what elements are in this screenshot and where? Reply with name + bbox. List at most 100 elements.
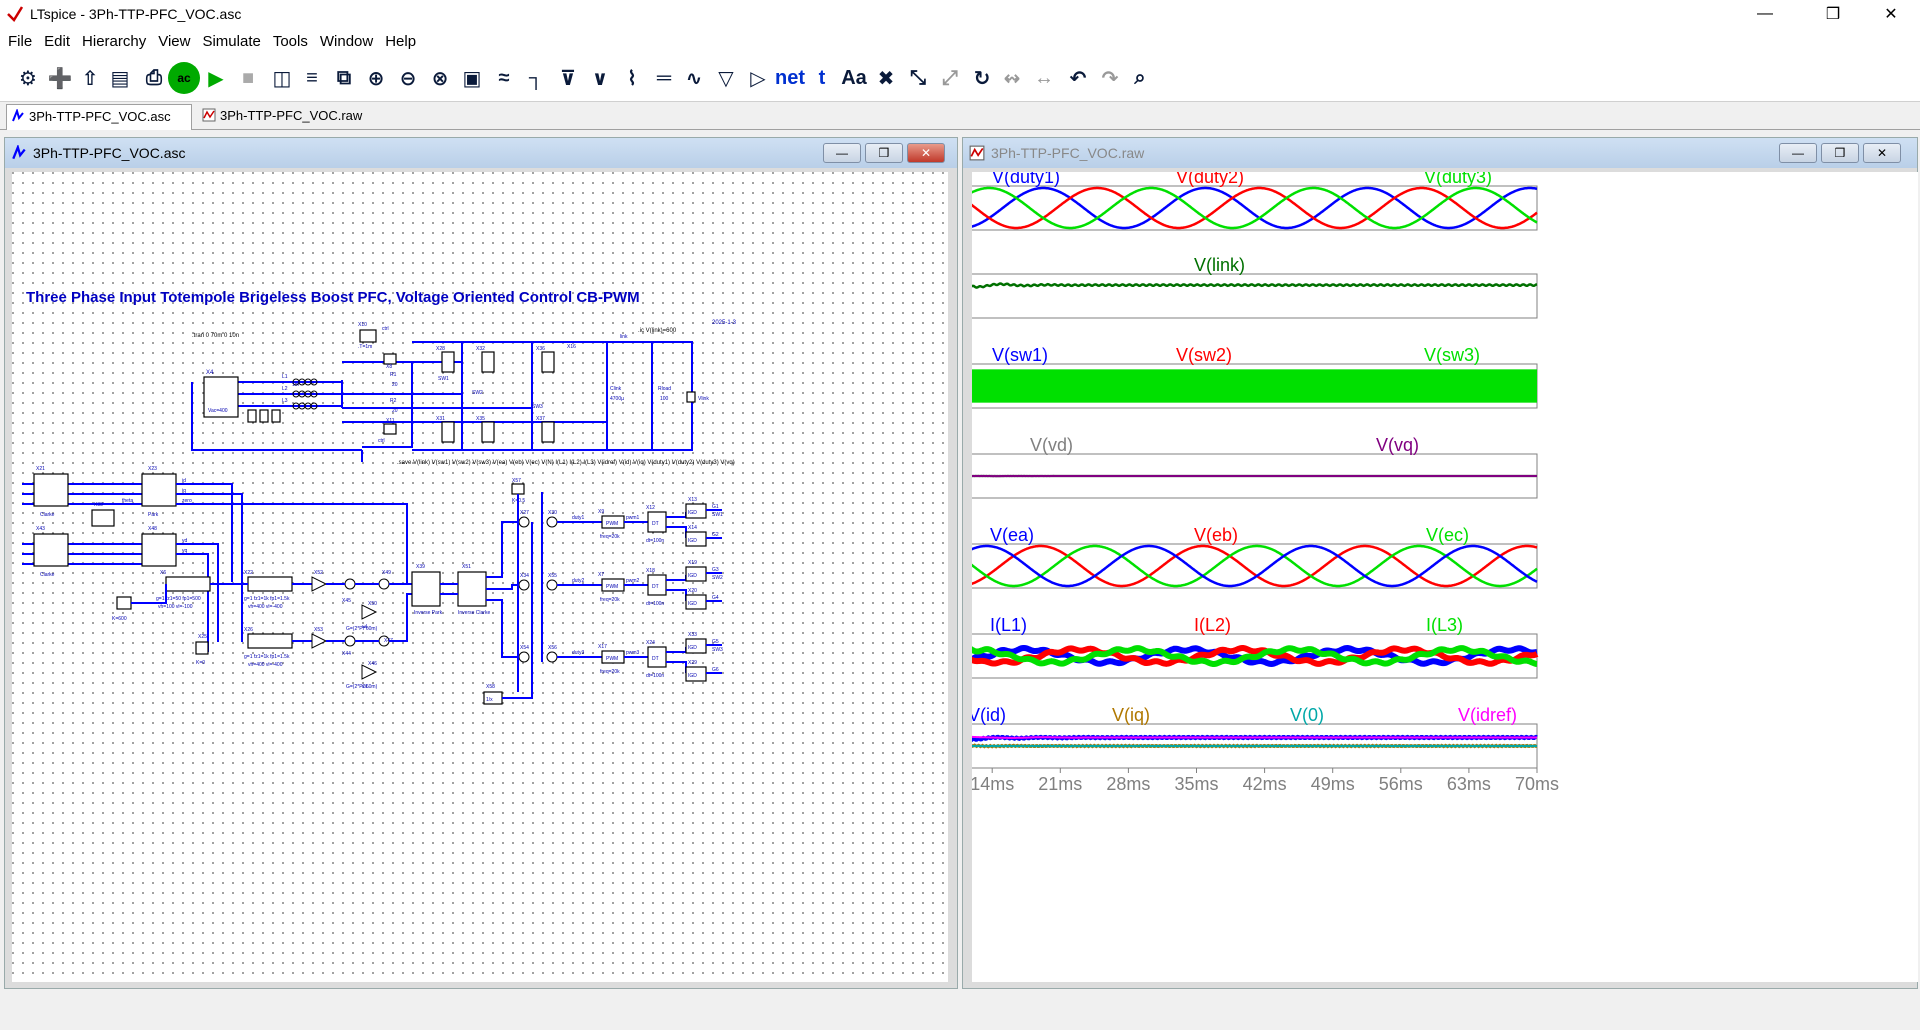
- minimize-button[interactable]: —: [1742, 0, 1788, 28]
- mirror-icon[interactable]: ↔: [1028, 62, 1060, 94]
- label-icon[interactable]: ∨: [584, 62, 616, 94]
- switch-x8[interactable]: [383, 353, 397, 365]
- menu-file[interactable]: File: [2, 33, 38, 50]
- summer[interactable]: [344, 635, 356, 647]
- label-pwm: PWM: [606, 584, 618, 590]
- summer[interactable]: [518, 651, 530, 663]
- menu-help[interactable]: Help: [379, 33, 422, 50]
- menu-hierarchy[interactable]: Hierarchy: [76, 33, 152, 50]
- summer[interactable]: [546, 651, 558, 663]
- settings-icon[interactable]: ⚙: [12, 62, 44, 94]
- summer[interactable]: [546, 579, 558, 591]
- zoom-fit-icon[interactable]: ⊗: [424, 62, 456, 94]
- summer[interactable]: [518, 579, 530, 591]
- zoom-in-icon[interactable]: ⊕: [360, 62, 392, 94]
- close-button[interactable]: ✕: [1868, 0, 1914, 28]
- cascade-icon[interactable]: ⧉: [328, 62, 360, 94]
- clarke-block-x43[interactable]: [33, 533, 69, 567]
- open-icon[interactable]: ⇧: [74, 62, 106, 94]
- mosfet[interactable]: [441, 421, 455, 443]
- probe[interactable]: [247, 409, 257, 423]
- gain-x57[interactable]: [511, 483, 525, 495]
- component-icon[interactable]: ▷: [742, 62, 774, 94]
- tab-label: 3Ph-TTP-PFC_VOC.raw: [220, 108, 363, 123]
- waveform-restore-button[interactable]: ❒: [1821, 143, 1859, 163]
- tile-horizontal-icon[interactable]: ≡: [296, 62, 328, 94]
- inverse-clarke-x51[interactable]: [457, 571, 487, 607]
- gain-block-x25[interactable]: [195, 641, 209, 655]
- capacitor-icon[interactable]: ═: [648, 62, 680, 94]
- label-cval: 4700µ: [610, 396, 624, 402]
- menu-view[interactable]: View: [152, 33, 196, 50]
- schematic-restore-button[interactable]: ❒: [865, 143, 903, 163]
- mosfet[interactable]: [541, 351, 555, 373]
- zoom-extents-icon[interactable]: ▣: [456, 62, 488, 94]
- wire-icon[interactable]: ┐: [520, 62, 552, 94]
- park-block-x48[interactable]: [141, 533, 177, 567]
- drag-icon[interactable]: ⤢: [934, 62, 966, 94]
- tile-vertical-icon[interactable]: ◫: [266, 62, 298, 94]
- waveform-minimize-button[interactable]: —: [1779, 143, 1817, 163]
- menu-edit[interactable]: Edit: [38, 33, 76, 50]
- label-dt: DT: [652, 656, 659, 662]
- menu-window[interactable]: Window: [314, 33, 379, 50]
- maximize-button[interactable]: ❒: [1810, 0, 1856, 28]
- inverse-park-x39[interactable]: [411, 571, 441, 607]
- park-block-x23[interactable]: [141, 473, 177, 507]
- move-icon[interactable]: Aa: [838, 62, 870, 94]
- plot-pane[interactable]: [972, 273, 1538, 319]
- status-bar: [0, 992, 1920, 1030]
- halt-icon[interactable]: ■: [232, 62, 264, 94]
- gain-block[interactable]: [116, 596, 132, 610]
- schematic-minimize-button[interactable]: —: [823, 143, 861, 163]
- autorange-icon[interactable]: ≈: [488, 62, 520, 94]
- delete-icon[interactable]: ✖: [870, 62, 902, 94]
- probe[interactable]: [259, 409, 269, 423]
- waveform-close-button[interactable]: ✕: [1863, 143, 1901, 163]
- zoom-out-icon[interactable]: ⊖: [392, 62, 424, 94]
- run-icon[interactable]: ▶: [200, 62, 232, 94]
- pi-controller-x26[interactable]: [247, 633, 293, 649]
- mosfet[interactable]: [441, 351, 455, 373]
- text-icon[interactable]: t: [806, 62, 838, 94]
- resistor-icon[interactable]: ⌇: [616, 62, 648, 94]
- new-schematic-icon[interactable]: ➕: [44, 62, 76, 94]
- menu-tools[interactable]: Tools: [267, 33, 314, 50]
- inductor-icon[interactable]: ∿: [678, 62, 710, 94]
- switch-x11[interactable]: [383, 423, 397, 435]
- summer[interactable]: [518, 516, 530, 528]
- mosfet[interactable]: [541, 421, 555, 443]
- tab-schematic[interactable]: 3Ph-TTP-PFC_VOC.asc: [6, 104, 192, 130]
- title-bar: LTspice - 3Ph-TTP-PFC_VOC.asc — ❒ ✕: [0, 0, 1920, 28]
- spice-directive-icon[interactable]: net: [774, 62, 806, 94]
- schematic-canvas[interactable]: Three Phase Input Totempole Brigeless Bo…: [12, 172, 948, 982]
- print-icon[interactable]: ⎙: [138, 62, 170, 94]
- clarke-block-x21[interactable]: [33, 473, 69, 507]
- pi-controller-x6[interactable]: [165, 576, 211, 592]
- tab-waveform[interactable]: 3Ph-TTP-PFC_VOC.raw: [198, 104, 378, 130]
- pi-controller-x22[interactable]: [247, 576, 293, 592]
- save-icon[interactable]: ▤: [104, 62, 136, 94]
- duplicate-icon[interactable]: ⤡: [902, 62, 934, 94]
- menu-simulate[interactable]: Simulate: [196, 33, 266, 50]
- mosfet[interactable]: [481, 421, 495, 443]
- waveform-canvas[interactable]: 1.0V0.5V0.0VV(duty1)V(duty2)V(duty3)602.…: [972, 172, 1918, 982]
- vlink-probe[interactable]: [686, 391, 696, 403]
- flip-icon[interactable]: ↭: [996, 62, 1028, 94]
- find-icon[interactable]: ⌕: [1124, 62, 1156, 94]
- undo-icon[interactable]: ↶: [1062, 62, 1094, 94]
- mosfet[interactable]: [481, 351, 495, 373]
- ground-icon[interactable]: ⊽: [552, 62, 584, 94]
- diode-icon[interactable]: ▽: [710, 62, 742, 94]
- summer[interactable]: [344, 578, 356, 590]
- summer[interactable]: [378, 578, 390, 590]
- summer[interactable]: [546, 516, 558, 528]
- theta-block-x38[interactable]: [91, 509, 115, 527]
- probe[interactable]: [271, 409, 281, 423]
- rotate-icon[interactable]: ↻: [966, 62, 998, 94]
- series-title: V(iq): [1112, 705, 1150, 725]
- schematic-close-button[interactable]: ✕: [907, 143, 945, 163]
- redo-icon[interactable]: ↷: [1094, 62, 1126, 94]
- timer-x10[interactable]: [359, 329, 377, 343]
- control-panel-icon[interactable]: ac: [168, 62, 200, 94]
